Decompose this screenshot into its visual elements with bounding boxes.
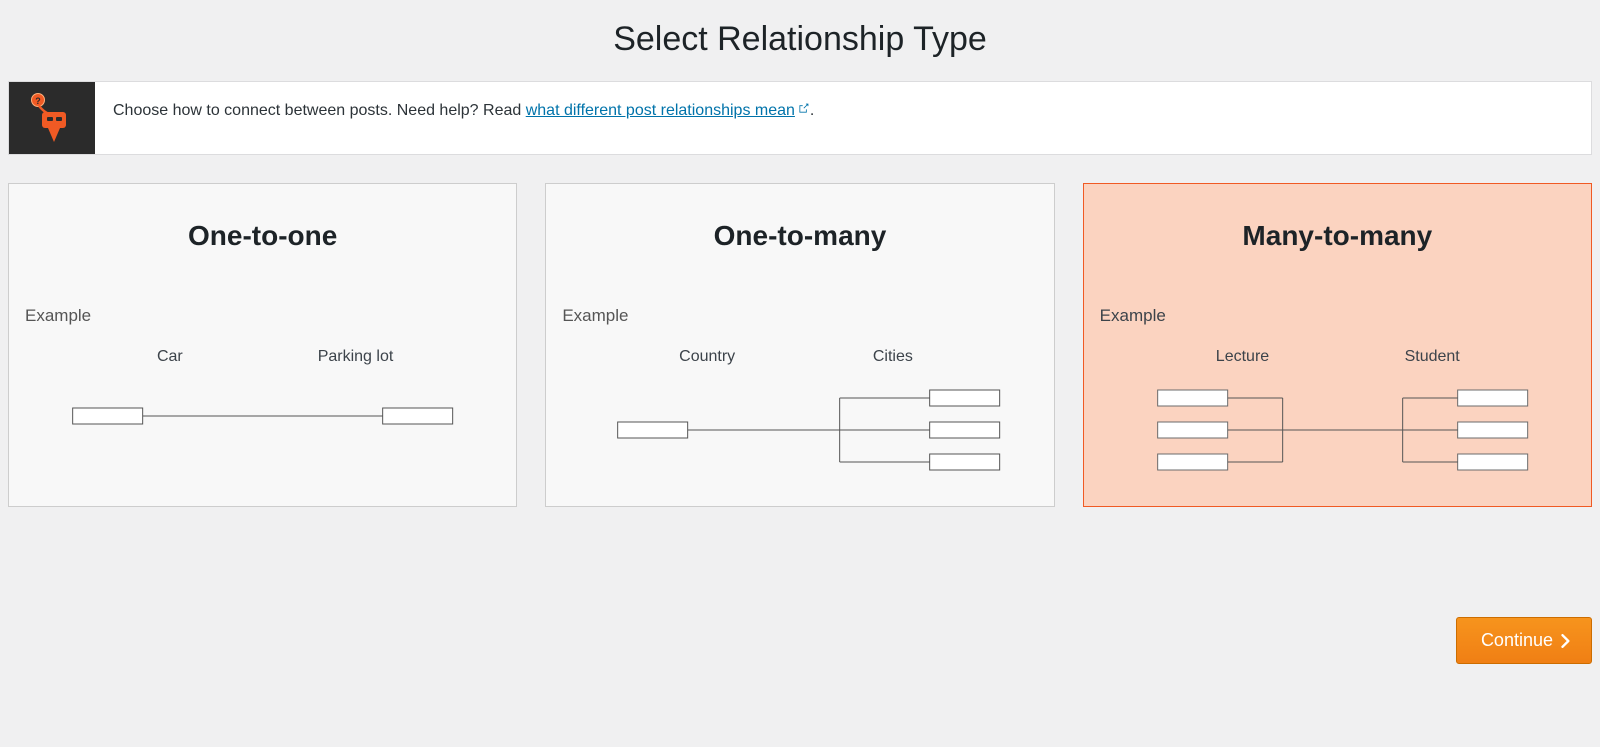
example-label: Example (1100, 306, 1575, 326)
card-title: One-to-one (25, 220, 500, 252)
continue-button[interactable]: Continue (1456, 617, 1592, 664)
external-link-icon (797, 102, 810, 120)
card-one-to-many[interactable]: One-to-many Example Country Cities (545, 183, 1054, 507)
example-label: Example (25, 306, 500, 326)
left-entity-label: Car (77, 348, 263, 366)
toolset-robot-icon: ? (9, 82, 95, 154)
help-text: Choose how to connect between posts. Nee… (95, 82, 832, 154)
help-text-prefix: Choose how to connect between posts. Nee… (113, 102, 526, 119)
one-to-many-diagram (562, 386, 1037, 476)
continue-button-label: Continue (1481, 630, 1553, 651)
one-to-one-diagram (25, 386, 500, 446)
right-entity-label: Student (1337, 348, 1527, 366)
example-label: Example (562, 306, 1037, 326)
page-title: Select Relationship Type (0, 20, 1600, 59)
left-entity-label: Country (614, 348, 800, 366)
help-link[interactable]: what different post relationships mean (526, 102, 810, 119)
card-title: Many-to-many (1100, 220, 1575, 252)
help-text-suffix: . (810, 102, 814, 119)
card-title: One-to-many (562, 220, 1037, 252)
card-many-to-many[interactable]: Many-to-many Example Lecture Student (1083, 183, 1592, 507)
svg-text:?: ? (35, 96, 41, 106)
help-banner: ? Choose how to connect between posts. N… (8, 81, 1592, 155)
right-entity-label: Parking lot (263, 348, 449, 366)
right-entity-label: Cities (800, 348, 986, 366)
left-entity-label: Lecture (1148, 348, 1338, 366)
chevron-right-icon (1561, 634, 1571, 648)
card-one-to-one[interactable]: One-to-one Example Car Parking lot (8, 183, 517, 507)
many-to-many-diagram (1100, 386, 1575, 476)
